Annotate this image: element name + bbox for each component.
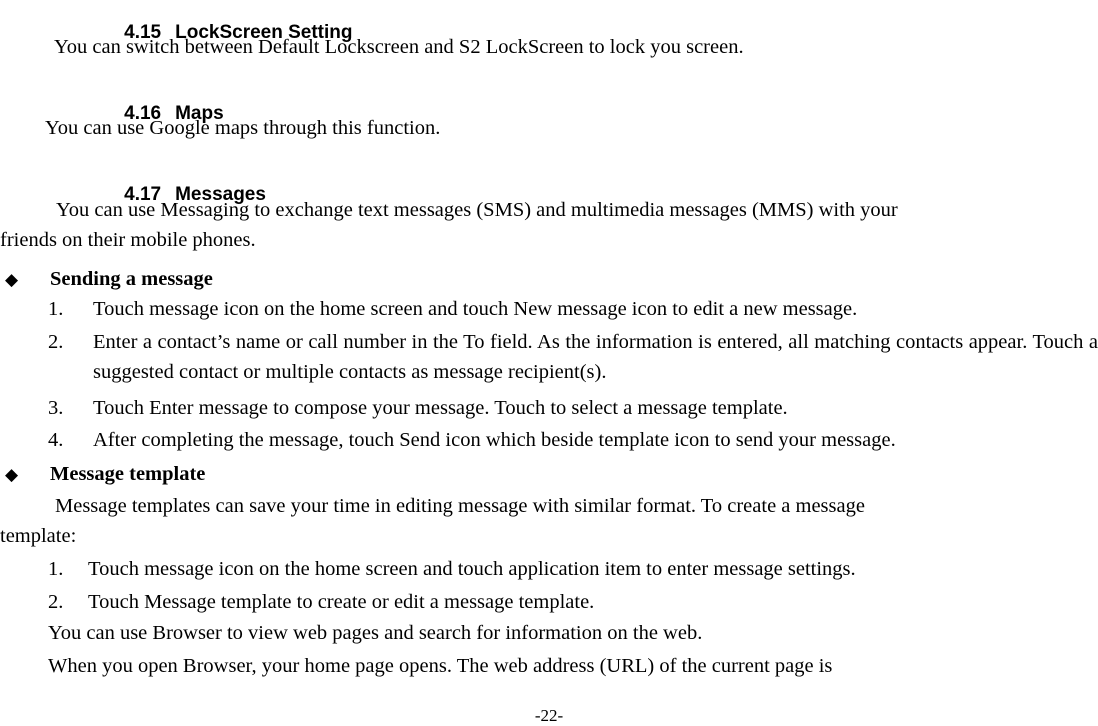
list-marker: 2. — [48, 331, 64, 353]
list-item-text: Touch Message template to create or edit… — [88, 591, 595, 613]
bullet-sending-a-message: ◆ Sending a message — [5, 264, 1098, 295]
list-marker: 1. — [48, 298, 64, 320]
messages-intro-line-1: You can use Messaging to exchange text m… — [56, 199, 898, 221]
list-marker: 2. — [48, 591, 64, 613]
paragraph-browser-line-1: You can use Browser to view web pages an… — [48, 622, 703, 644]
paragraph-template-intro: Message templates can save your time in … — [0, 491, 1098, 551]
bullet-sending-label: Sending a message — [50, 268, 213, 290]
list-item-text: Touch message icon on the home screen an… — [93, 298, 858, 320]
list-item: 3. Touch Enter message to compose your m… — [48, 393, 1098, 423]
list-marker: 1. — [48, 558, 64, 580]
list-item-text: Touch Enter message to compose your mess… — [93, 397, 788, 419]
list-item: 2. Enter a contact’s name or call number… — [48, 327, 1098, 387]
list-item: 1. Touch message icon on the home screen… — [48, 294, 1098, 324]
list-item: 1. Touch message icon on the home screen… — [48, 554, 1098, 584]
template-intro-line-2: template: — [0, 525, 77, 547]
diamond-bullet-icon: ◆ — [5, 270, 19, 289]
list-marker: 4. — [48, 429, 64, 451]
paragraph-lockscreen: You can switch between Default Lockscree… — [54, 36, 744, 58]
diamond-bullet-icon: ◆ — [5, 465, 19, 484]
list-item: 2. Touch Message template to create or e… — [48, 587, 1098, 617]
template-intro-line-1: Message templates can save your time in … — [55, 495, 865, 517]
list-item-text: Touch message icon on the home screen an… — [88, 558, 856, 580]
list-item-text: After completing the message, touch Send… — [93, 429, 896, 451]
messages-intro-line-2: friends on their mobile phones. — [0, 229, 256, 251]
document-page: 4.15 LockScreen Setting You can switch be… — [0, 0, 1098, 726]
paragraph-messages-intro: You can use Messaging to exchange text m… — [0, 195, 1098, 255]
list-marker: 3. — [48, 397, 64, 419]
paragraph-browser-line-2: When you open Browser, your home page op… — [48, 655, 833, 677]
list-item: 4. After completing the message, touch S… — [48, 425, 1098, 455]
bullet-message-template: ◆ Message template — [5, 459, 1098, 490]
paragraph-maps: You can use Google maps through this fun… — [45, 117, 441, 139]
list-item-text: Enter a contact’s name or call number in… — [93, 331, 1098, 383]
page-number: -22- — [534, 706, 564, 725]
bullet-template-label: Message template — [50, 463, 206, 485]
